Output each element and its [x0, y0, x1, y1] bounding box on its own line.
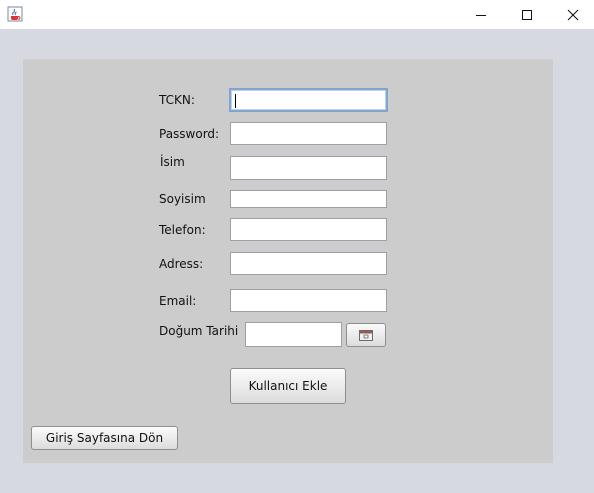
back-to-login-button[interactable]: Giriş Sayfasına Dön — [31, 426, 178, 450]
tckn-input[interactable] — [229, 88, 388, 112]
adress-input[interactable] — [230, 252, 387, 275]
email-label: Email: — [159, 294, 197, 308]
soyisim-input[interactable] — [230, 190, 387, 208]
dogum-tarihi-input[interactable] — [245, 322, 342, 347]
email-input[interactable] — [230, 289, 387, 312]
close-icon — [567, 9, 579, 20]
dogum-tarihi-label: Doğum Tarihi — [159, 324, 239, 338]
add-user-button[interactable]: Kullanıcı Ekle — [230, 368, 346, 404]
minimize-button[interactable] — [458, 0, 504, 29]
maximize-button[interactable] — [504, 0, 550, 29]
password-input[interactable] — [230, 122, 387, 145]
isim-input[interactable] — [230, 156, 387, 180]
title-bar — [0, 0, 594, 29]
tckn-label: TCKN: — [159, 93, 195, 107]
minimize-icon — [476, 14, 486, 16]
form-panel: TCKN: Password: İsim Soyisim Telefon: Ad… — [23, 59, 553, 463]
maximize-icon — [522, 9, 532, 20]
isim-label: İsim — [160, 155, 185, 169]
java-app-icon — [7, 6, 23, 22]
adress-label: Adress: — [159, 257, 204, 271]
close-button[interactable] — [550, 0, 594, 29]
text-caret — [235, 94, 236, 108]
calendar-icon — [359, 329, 373, 341]
password-label: Password: — [159, 127, 220, 141]
telefon-input[interactable] — [230, 218, 387, 241]
date-picker-button[interactable] — [346, 323, 386, 347]
soyisim-label: Soyisim — [159, 192, 206, 206]
telefon-label: Telefon: — [159, 223, 206, 237]
